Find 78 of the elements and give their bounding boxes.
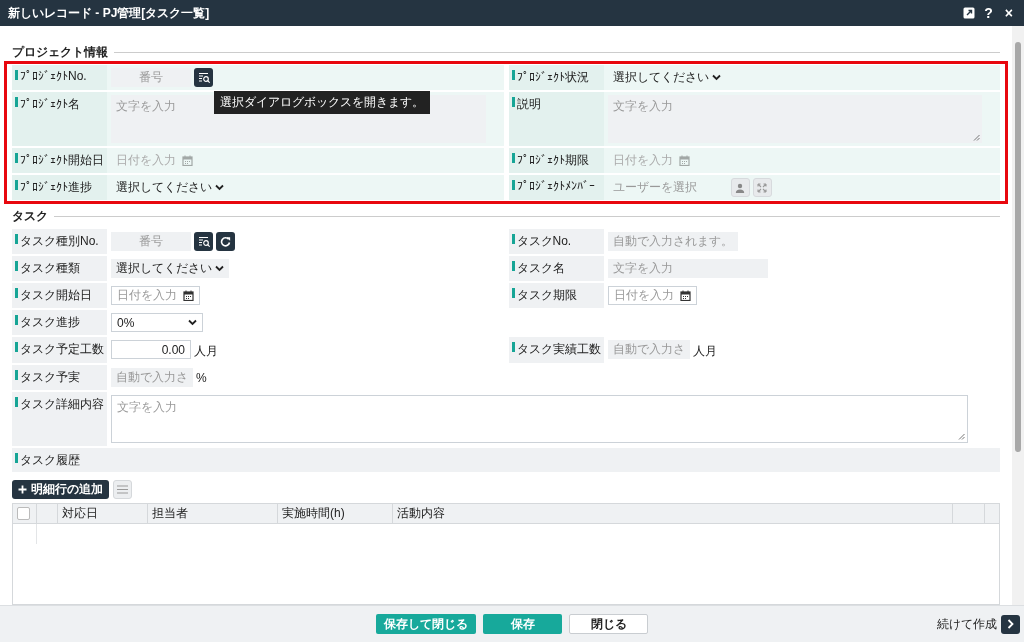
close-button[interactable]: × [1001,5,1016,21]
field-label: ﾌﾟﾛｼﾞｪｸﾄ期限 [516,152,590,169]
auto-field[interactable]: 自動で入力さ [111,368,193,387]
save-button[interactable]: 保存して閉じる [376,614,476,634]
field-label: タスク開始日 [20,287,93,304]
unit-label: % [196,370,207,385]
search-icon [197,71,210,84]
select-field[interactable]: 選択してください [111,259,229,278]
search-icon [197,235,210,248]
next-button[interactable] [1001,614,1020,634]
lookup-button[interactable] [194,232,213,251]
field-label: タスク名 [516,260,566,277]
chevron-down-icon [215,184,224,191]
field-label: タスク種類 [20,260,81,277]
field-label: ﾌﾟﾛｼﾞｪｸﾄNo. [20,69,88,83]
field-label: タスク期限 [516,287,578,304]
field-label: タスク詳細内容 [20,396,105,413]
resize-grip-icon [973,134,980,141]
lookup-button[interactable] [194,68,213,87]
number-field[interactable]: 0.00 [111,340,191,359]
column-header: 活動内容 [397,505,445,522]
field-label: タスク種別No. [20,233,100,250]
resize-grip-icon [958,433,965,440]
window-title: 新しいレコード - PJ管理[タスク一覧] [8,4,211,22]
close-button[interactable]: 閉じる [569,614,648,634]
number-field[interactable]: 番号 [111,232,191,251]
field-label: ﾌﾟﾛｼﾞｪｸﾄ名 [20,96,81,113]
field-label: ﾌﾟﾛｼﾞｪｸﾄﾒﾝﾊﾞｰ [516,179,596,193]
save-button[interactable]: 保存 [483,614,562,634]
column-header: 実施時間(h) [282,505,345,522]
field-label: ﾌﾟﾛｼﾞｪｸﾄ開始日 [20,152,105,169]
popout-button[interactable] [963,7,976,19]
section-title: プロジェクト情報 [12,44,108,61]
tooltip: 選択ダイアログボックスを開きます。 [214,91,430,114]
chevron-right-icon [1007,619,1014,629]
field-label: ﾌﾟﾛｼﾞｪｸﾄ状況 [516,69,590,86]
chevron-down-icon [188,319,197,326]
field-label: タスク予定工数 [20,341,105,358]
select-field[interactable]: 0% [111,313,203,332]
calendar-icon [678,155,690,166]
menu-icon [117,485,128,494]
field-label: ﾌﾟﾛｼﾞｪｸﾄ進捗 [20,179,93,196]
refresh-button[interactable] [216,232,235,251]
chevron-down-icon [711,74,721,81]
unit-label: 人月 [692,343,717,360]
continue-label: 続けて作成 [937,615,997,633]
column-header: 対応日 [62,505,98,522]
popout-icon [963,7,976,19]
refresh-icon [220,236,231,247]
field-label: タスク予実 [20,369,81,386]
number-field[interactable]: 番号 [111,68,191,87]
date-field[interactable]: 日付を入力 [607,286,697,305]
field-label: タスク履歴 [20,452,80,469]
plus-icon [18,485,27,494]
person-icon [735,182,745,193]
auto-field[interactable]: 自動で入力されます。 [607,232,738,251]
section-title: タスク [12,208,48,225]
text-field[interactable]: 文字を入力 [607,259,768,278]
expand-icon [757,182,767,193]
text-area[interactable]: 文字を入力 [111,395,968,443]
unit-label: 人月 [194,343,218,360]
field-label: タスク進捗 [20,314,81,331]
auto-field[interactable]: 自動で入力さ [607,340,690,359]
field-label: タスク実績工数 [516,341,602,358]
checkbox[interactable] [17,507,30,520]
text-area[interactable]: 文字を入力 [607,95,982,143]
column-header: 担当者 [152,505,188,522]
chevron-down-icon [215,265,224,272]
expand-button[interactable] [752,178,772,197]
person-button[interactable] [730,178,750,197]
help-button[interactable]: ? [981,5,996,21]
add-row-button[interactable]: 明細行の追加 [12,480,109,499]
field-label: 説明 [516,96,542,113]
field-label: タスクNo. [516,233,573,250]
date-field[interactable]: 日付を入力 [111,286,200,305]
calendar-icon [183,290,194,301]
calendar-icon [679,290,691,301]
calendar-icon [182,155,193,166]
